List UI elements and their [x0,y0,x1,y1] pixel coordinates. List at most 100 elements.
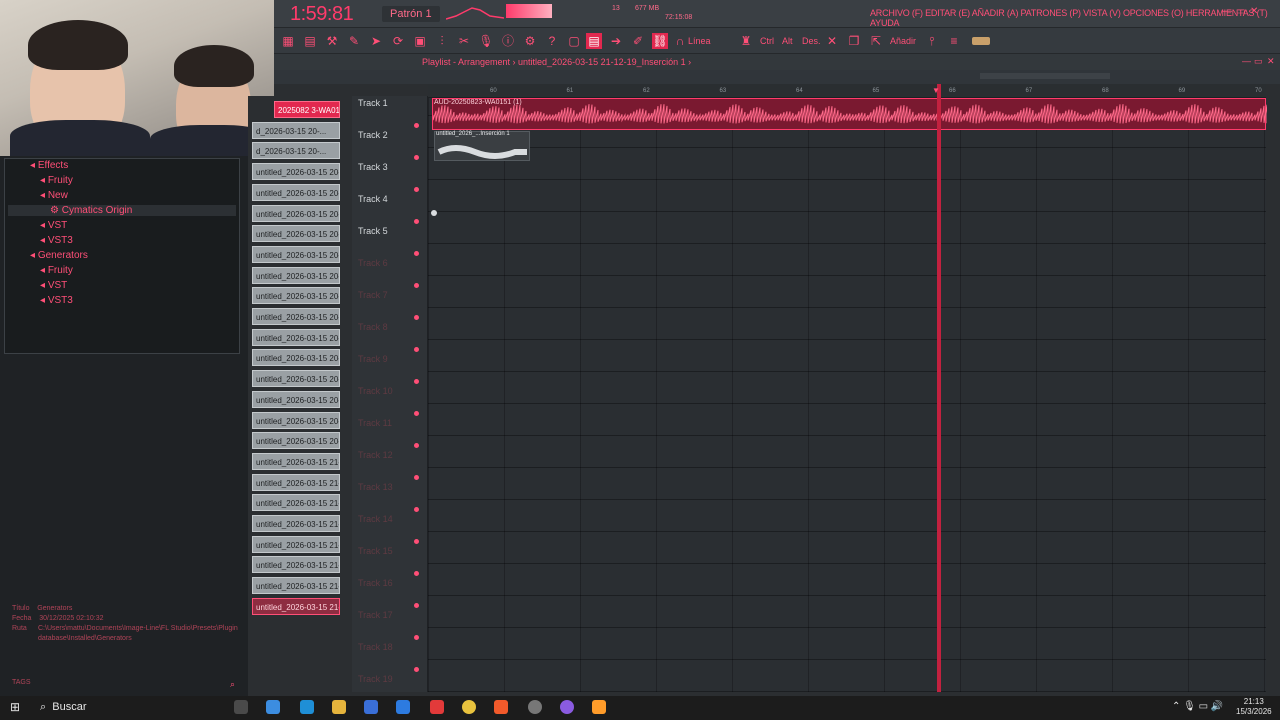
clip-list-item[interactable]: untitled_2026-03-15 20-... [252,370,340,388]
next-icon[interactable]: ➔ [608,33,624,49]
clip-list-item[interactable]: untitled_2026-03-15 20-... [252,432,340,450]
link-icon[interactable]: ⛓ [652,33,668,49]
track-name[interactable]: Track 10 [358,386,393,396]
browser-item[interactable]: ◂ Generators [30,250,88,261]
playhead[interactable] [937,84,941,692]
track-mute-dot[interactable] [414,507,419,512]
new-icon[interactable]: ▤ [302,33,318,49]
battery-icon[interactable] [972,37,990,45]
plugin-icon[interactable]: ⚒ [324,33,340,49]
track-name[interactable]: Track 15 [358,546,393,556]
track-mute-dot[interactable] [414,219,419,224]
list-icon[interactable]: ≡ [946,33,962,49]
delete-icon[interactable]: ✕ [824,33,840,49]
track-name[interactable]: Track 14 [358,514,393,524]
track-mute-dot[interactable] [414,379,419,384]
track-name[interactable]: Track 8 [358,322,388,332]
main-menu[interactable]: ARCHIVO (F) EDITAR (E) AÑADIR (A) PATRON… [870,8,1280,28]
pattern-selector[interactable]: Patrón 1 [382,6,440,22]
clone-icon[interactable]: ❐ [846,33,862,49]
clip-list-item[interactable]: untitled_2026-03-15 21-... [252,515,340,532]
browser-item[interactable]: ⚙ Cymatics Origin [8,205,236,216]
tray-icons[interactable]: ⌃ 🎙 ▭ 🔊 [1172,701,1223,712]
fl-studio-icon[interactable] [592,700,606,714]
clip-list-item[interactable]: untitled_2026-03-15 20-... [252,225,340,243]
track-name[interactable]: Track 2 [358,130,388,140]
clip-list-item[interactable]: untitled_2026-03-15 21-... [252,494,340,512]
clip-list-item[interactable]: untitled_2026-03-15 21-... [252,473,340,491]
browser-item[interactable]: ◂ Fruity [40,175,73,186]
pencil-icon[interactable]: ✐ [630,33,646,49]
horizontal-scrollbar[interactable] [980,73,1110,79]
automation-point[interactable] [431,210,437,216]
mic-icon[interactable]: 🎙 [478,33,494,49]
clip-list-item[interactable]: untitled_2026-03-15 20-... [252,287,340,305]
track-mute-dot[interactable] [414,635,419,640]
clip-list-item[interactable]: untitled_2026-03-15 21-... [252,452,340,470]
info-icon[interactable]: ⓘ [500,33,516,49]
audio-clip[interactable] [432,98,1268,130]
arrangement-grid[interactable] [428,98,1266,692]
track-mute-dot[interactable] [414,347,419,352]
track-mute-dot[interactable] [414,187,419,192]
stamp-icon[interactable]: ♜ [738,33,754,49]
clip-list-item[interactable]: 2025082 3-WA01... [274,101,340,118]
playlist-icon[interactable]: ▦ [280,33,296,49]
brave-icon[interactable] [494,700,508,714]
track-mute-dot[interactable] [414,603,419,608]
chrome-icon[interactable] [462,700,476,714]
clip-list-item[interactable]: untitled_2026-03-15 20-... [252,266,340,284]
close-icon[interactable]: ✕ [1250,6,1258,17]
explorer-icon[interactable] [332,700,346,714]
save-icon[interactable]: ▣ [412,33,428,49]
clip-list-item[interactable]: untitled_2026-03-15 20-... [252,411,340,429]
track-name[interactable]: Track 6 [358,258,388,268]
minimize-icon[interactable]: — [1222,6,1232,17]
ctrl-label[interactable]: Ctrl [760,36,774,46]
clip-list-item[interactable]: untitled_2026-03-15 21-... [252,577,340,595]
window-icon[interactable]: ▢ [566,33,582,49]
clip-list-item[interactable]: d_2026-03-15 20-... [252,121,340,139]
task-view-icon[interactable] [234,700,248,714]
browser-item[interactable]: ◂ New [40,190,68,201]
track-name[interactable]: Track 13 [358,482,393,492]
maximize-icon[interactable]: ▭ [1236,6,1245,17]
timeline-ruler[interactable] [428,84,1266,98]
track-name[interactable]: Track 18 [358,642,393,652]
playlist-minimize-icon[interactable]: — [1242,56,1251,66]
track-name[interactable]: Track 17 [358,610,393,620]
track-mute-dot[interactable] [414,443,419,448]
playlist-toggle-icon[interactable]: ▤ [586,33,602,49]
record-app-icon[interactable] [430,700,444,714]
store-icon[interactable] [364,700,378,714]
add-label[interactable]: Añadir [890,36,916,46]
clip-list-item[interactable]: untitled_2026-03-15 21-... [252,597,340,615]
track-mute-dot[interactable] [414,283,419,288]
browser-item[interactable]: ◂ VST3 [40,235,73,246]
alt-label[interactable]: Alt [782,36,793,46]
track-mute-dot[interactable] [414,315,419,320]
clip-list-item[interactable]: untitled_2026-03-15 20-... [252,163,340,181]
track-name[interactable]: Track 3 [358,162,388,172]
mixer-icon[interactable]: ⫶ [434,33,450,49]
track-mute-dot[interactable] [414,475,419,480]
obs-icon[interactable] [528,700,542,714]
help-icon[interactable]: ? [544,33,560,49]
deselect-label[interactable]: Des. [802,36,821,46]
playlist-close-icon[interactable]: ✕ [1267,56,1275,67]
clip-list-item[interactable]: d_2026-03-15 20-... [252,142,340,160]
clip-list-item[interactable]: untitled_2026-03-15 20-... [252,390,340,408]
outlook-icon[interactable] [396,700,410,714]
track-name[interactable]: Track 5 [358,226,388,236]
magnet-icon[interactable]: ∩ [672,33,688,49]
snap-mode-label[interactable]: Línea [688,36,711,46]
browser-item[interactable]: ◂ VST [40,280,67,291]
track-mute-dot[interactable] [414,155,419,160]
track-name[interactable]: Track 19 [358,674,393,684]
clip-list-item[interactable]: untitled_2026-03-15 20-... [252,183,340,201]
cut-icon[interactable]: ✂ [456,33,472,49]
track-name[interactable]: Track 1 [358,98,388,108]
track-mute-dot[interactable] [414,251,419,256]
brush-icon[interactable]: ✎ [346,33,362,49]
clip-list-item[interactable]: untitled_2026-03-15 20-... [252,328,340,346]
